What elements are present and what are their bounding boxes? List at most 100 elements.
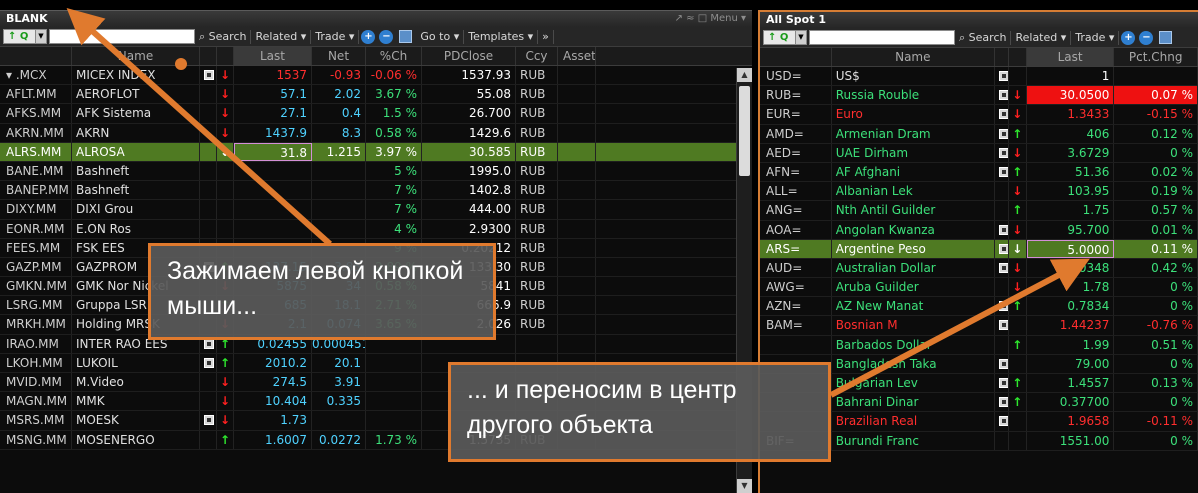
chart-icon[interactable] <box>998 358 1008 369</box>
ric-cell[interactable]: BANE.MM <box>0 161 72 181</box>
ric-cell[interactable]: AZN= <box>760 297 832 316</box>
chart-icon[interactable] <box>998 109 1008 120</box>
name-cell[interactable]: ALROSA <box>72 142 200 161</box>
search-button[interactable]: ⌕ Search <box>955 30 1012 45</box>
ric-cell[interactable]: AFN= <box>760 162 832 182</box>
name-cell[interactable]: Aruba Guilder <box>832 278 995 297</box>
column-header-cell[interactable] <box>760 48 832 66</box>
ric-cell[interactable]: MSNG.MM <box>0 430 72 449</box>
chart-icon[interactable] <box>998 262 1008 273</box>
name-cell[interactable]: Albanian Lek <box>832 182 995 201</box>
table-row[interactable]: AFKS.MM AFK Sistema ↓ 27.1 0.4 1.5 % 26.700 RUB <box>0 104 752 124</box>
ric-cell[interactable]: ▾ .MCX <box>0 66 72 85</box>
chart-icon[interactable] <box>998 71 1008 81</box>
more-menu[interactable]: » <box>538 29 554 44</box>
name-cell[interactable]: Argentine Peso <box>832 239 995 258</box>
chart-icon[interactable] <box>998 90 1008 101</box>
ric-cell[interactable]: FEES.MM <box>0 238 72 257</box>
table-row[interactable]: BANEP.MM Bashneft 7 % 1402.8 RUB <box>0 181 752 201</box>
ric-cell[interactable]: AUD= <box>760 258 832 278</box>
name-cell[interactable]: MOESK <box>72 411 200 430</box>
related-menu[interactable]: Related ▾ <box>251 29 312 44</box>
chart-icon[interactable] <box>998 378 1008 388</box>
window-controls[interactable]: ↗ ≈ □ Menu ▾ <box>675 11 746 27</box>
ric-cell[interactable]: AOA= <box>760 220 832 239</box>
table-row[interactable]: AWG= Aruba Guilder ↓ 1.78 0 % <box>760 278 1198 298</box>
chevron-down-icon[interactable]: ▼ <box>35 30 46 43</box>
name-cell[interactable]: MMK <box>72 392 200 411</box>
chart-icon[interactable] <box>998 416 1008 427</box>
column-header-cell[interactable]: Last <box>1026 48 1115 66</box>
table-row[interactable]: BAM= Bosnian M 1.44237 -0.76 % <box>760 316 1198 336</box>
chevron-down-icon[interactable]: ▼ <box>795 31 806 44</box>
table-row[interactable]: EONR.MM E.ON Ros 4 % 2.9300 RUB <box>0 219 752 239</box>
ric-cell[interactable]: AKRN.MM <box>0 123 72 142</box>
column-header-cell[interactable]: Name <box>72 47 200 65</box>
chart-icon[interactable] <box>998 166 1008 177</box>
ric-cell[interactable]: BAM= <box>760 316 832 335</box>
name-cell[interactable]: Bangladesh Taka <box>832 354 995 373</box>
ric-selector[interactable]: ↑ Q ▼ <box>763 30 807 45</box>
ric-cell[interactable]: IRAO.MM <box>0 334 72 353</box>
templates-menu[interactable]: Templates ▾ <box>464 29 539 44</box>
ric-cell[interactable]: DIXY.MM <box>0 200 72 219</box>
name-cell[interactable]: Bashneft <box>72 161 200 181</box>
name-cell[interactable]: Nth Antil Guilder <box>832 201 995 220</box>
scroll-down-icon[interactable]: ▼ <box>737 479 752 493</box>
table-row[interactable]: AKRN.MM AKRN ↓ 1437.9 8.3 0.58 % 1429.6 RUB <box>0 123 752 143</box>
column-header-cell[interactable]: Net <box>312 47 366 65</box>
column-header-cell[interactable]: Name <box>832 48 995 66</box>
chart-icon[interactable] <box>998 320 1008 331</box>
ric-cell[interactable]: AMD= <box>760 124 832 143</box>
ric-cell[interactable]: ANG= <box>760 201 832 220</box>
chart-icon[interactable] <box>204 357 214 368</box>
chart-icon[interactable] <box>998 243 1008 254</box>
table-row[interactable]: AFLT.MM AEROFLOT ↓ 57.1 2.02 3.67 % 55.08 RUB <box>0 85 752 105</box>
chart-icon[interactable] <box>998 397 1008 408</box>
chart-icon[interactable] <box>998 128 1008 139</box>
chart-icon[interactable] <box>204 338 214 349</box>
table-row[interactable]: AMD= Armenian Dram ↑ 406 0.12 % <box>760 124 1198 144</box>
trade-menu[interactable]: Trade ▾ <box>1071 30 1120 45</box>
name-cell[interactable]: LUKOIL <box>72 353 200 372</box>
ric-cell[interactable]: AFKS.MM <box>0 104 72 123</box>
scroll-up-icon[interactable]: ▲ <box>737 68 752 82</box>
ric-cell[interactable]: MVID.MM <box>0 373 72 392</box>
name-cell[interactable]: MICEX INDEX <box>72 66 200 85</box>
ric-cell[interactable] <box>760 335 832 354</box>
table-row[interactable]: AFN= AF Afghani ↑ 51.36 0.02 % <box>760 162 1198 183</box>
name-cell[interactable]: AFK Sistema <box>72 104 200 123</box>
chart-icon[interactable] <box>204 415 214 426</box>
ric-cell[interactable]: AED= <box>760 143 832 162</box>
ric-cell[interactable]: USD= <box>760 67 832 86</box>
column-header-cell[interactable]: Ccy <box>516 47 558 65</box>
related-menu[interactable]: Related ▾ <box>1011 30 1072 45</box>
name-cell[interactable]: DIXI Grou <box>72 200 200 219</box>
column-header-cell[interactable]: Asset <box>558 47 596 65</box>
name-cell[interactable]: AF Afghani <box>832 162 995 182</box>
name-cell[interactable]: Russia Rouble <box>832 86 995 105</box>
ric-cell[interactable]: LKOH.MM <box>0 353 72 372</box>
scroll-thumb[interactable] <box>739 86 750 176</box>
panel-title-bar[interactable]: All Spot 1 <box>760 12 1198 28</box>
zoom-out-icon[interactable]: − <box>379 29 394 44</box>
ric-input[interactable] <box>49 29 195 44</box>
table-row[interactable]: ARS= Argentine Peso ↓ 5.0000 0.11 % <box>760 239 1198 259</box>
name-cell[interactable]: UAE Dirham <box>832 143 995 162</box>
zoom-in-icon[interactable]: + <box>361 29 376 44</box>
zoom-in-icon[interactable]: + <box>1121 30 1136 45</box>
ric-cell[interactable]: GMKN.MM <box>0 277 72 296</box>
name-cell[interactable]: MOSENERGO <box>72 430 200 449</box>
name-cell[interactable]: Barbados Dollar <box>832 335 995 354</box>
table-row[interactable]: DIXY.MM DIXI Grou 7 % 444.00 RUB <box>0 200 752 220</box>
name-cell[interactable]: Australian Dollar <box>832 258 995 278</box>
ric-selector[interactable]: ↑ Q ▼ <box>3 29 47 44</box>
column-header-cell[interactable]: %Ch <box>366 47 422 65</box>
ric-cell[interactable]: GAZP.MM <box>0 257 72 277</box>
name-cell[interactable]: M.Video <box>72 373 200 392</box>
column-header-cell[interactable] <box>200 47 217 65</box>
column-header-cell[interactable] <box>217 47 234 65</box>
trade-menu[interactable]: Trade ▾ <box>311 29 360 44</box>
name-cell[interactable]: AZ New Manat <box>832 297 995 316</box>
column-header-cell[interactable]: Pct.Chng <box>1114 48 1198 66</box>
